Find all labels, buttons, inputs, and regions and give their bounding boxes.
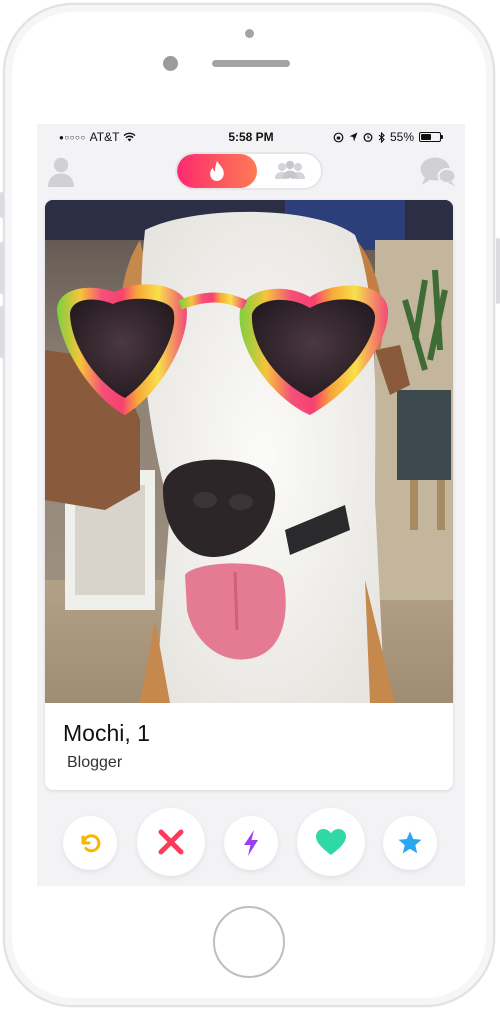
toggle-group[interactable] — [267, 158, 313, 184]
rotation-lock-icon — [333, 132, 344, 142]
battery-fill — [421, 134, 431, 140]
group-icon — [275, 160, 305, 179]
earpiece-speaker — [212, 60, 290, 67]
like-button[interactable] — [297, 808, 365, 876]
like-heart-icon — [316, 829, 346, 855]
volume-up-button — [0, 242, 4, 294]
battery-icon — [419, 132, 443, 142]
profile-name-age: Mochi, 1 — [63, 720, 150, 746]
proximity-sensor — [245, 29, 254, 38]
front-camera — [163, 56, 178, 71]
super-like-button[interactable] — [383, 816, 437, 870]
top-nav — [37, 150, 465, 196]
status-bar: ●○○○○ AT&T 5:58 PM 55% — [37, 124, 465, 150]
power-button — [496, 238, 500, 304]
location-arrow-icon — [349, 132, 358, 142]
profile-photo — [45, 200, 453, 703]
bluetooth-icon — [378, 131, 385, 143]
profile-card[interactable]: Mochi, 1 Blogger — [45, 200, 453, 790]
rewind-button[interactable] — [63, 816, 117, 870]
app-screen: ●○○○○ AT&T 5:58 PM 55% Mochi, 1 Blogger — [37, 124, 465, 886]
home-button[interactable] — [213, 906, 285, 978]
battery-percentage: 55% — [389, 130, 414, 144]
rewind-icon — [81, 834, 101, 853]
toggle-discover[interactable] — [177, 154, 257, 188]
nope-button[interactable] — [137, 808, 205, 876]
flame-icon — [210, 160, 224, 181]
alarm-icon — [363, 133, 373, 142]
action-bar — [37, 800, 465, 886]
mute-switch — [0, 192, 4, 218]
volume-down-button — [0, 306, 4, 358]
profile-job: Blogger — [67, 754, 123, 771]
mode-toggle[interactable] — [175, 152, 323, 190]
chat-icon[interactable] — [419, 156, 457, 188]
boost-button[interactable] — [224, 816, 278, 870]
profile-icon[interactable] — [47, 156, 75, 188]
super-like-star-icon — [398, 831, 422, 854]
boost-bolt-icon — [244, 830, 258, 856]
nope-x-icon — [158, 829, 184, 855]
